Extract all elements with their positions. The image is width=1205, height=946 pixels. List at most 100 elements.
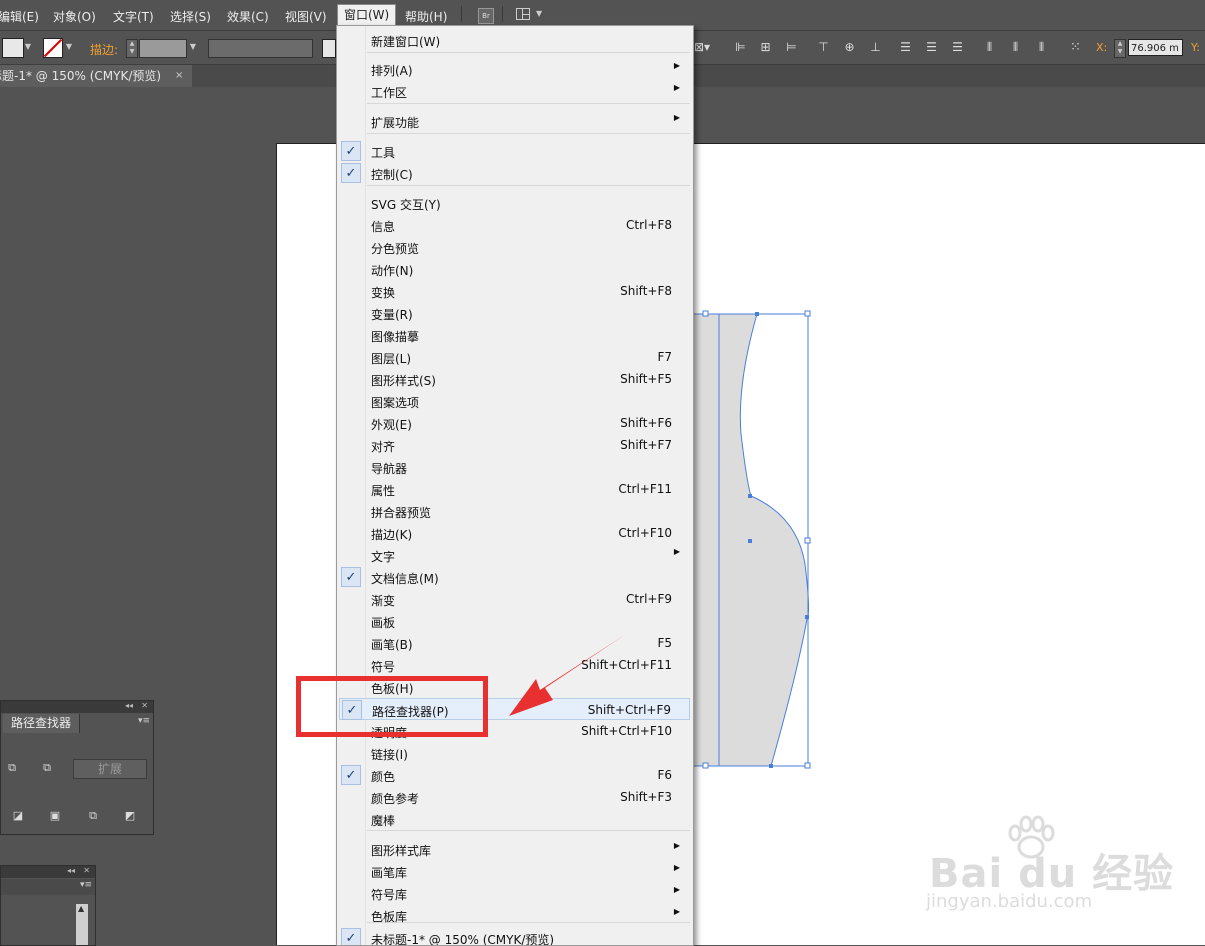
align-top-icon[interactable]: ⊤: [816, 40, 831, 55]
align-left-icon[interactable]: ⊫: [733, 40, 748, 55]
chevron-down-icon[interactable]: ▼: [64, 40, 74, 54]
variable-width-profile[interactable]: [208, 39, 313, 58]
distribute-vertical-center-icon[interactable]: ☰: [924, 40, 939, 55]
menu-item[interactable]: 拼合器预览: [339, 500, 690, 522]
transform-icon[interactable]: ⊠▾: [694, 40, 710, 54]
align-right-icon[interactable]: ⊨: [784, 40, 799, 55]
menu-item[interactable]: ✓ 未标题-1* @ 150% (CMYK/预览): [339, 927, 690, 945]
merge-icon[interactable]: ⧉: [85, 808, 101, 824]
menu-item[interactable]: 颜色参考 Shift+F3: [339, 786, 690, 808]
menu-item[interactable]: 图层(L) F7: [339, 346, 690, 368]
menu-item[interactable]: 文字 ▶: [339, 544, 690, 566]
expand-button[interactable]: 扩展: [73, 759, 147, 779]
panel-title-bar[interactable]: ◂◂ ✕: [1, 866, 95, 878]
arrange-documents-icon[interactable]: [516, 8, 530, 20]
menu-item[interactable]: 属性 Ctrl+F11: [339, 478, 690, 500]
handle[interactable]: [702, 762, 709, 769]
stroke-swatch[interactable]: [43, 38, 63, 58]
bridge-button[interactable]: Br: [478, 8, 494, 24]
menu-item[interactable]: 描边(K) Ctrl+F10: [339, 522, 690, 544]
menu-item[interactable]: 图形样式(S) Shift+F5: [339, 368, 690, 390]
menu-item[interactable]: ✓ 控制(C): [339, 162, 690, 184]
menu-item[interactable]: 外观(E) Shift+F6: [339, 412, 690, 434]
menu-item[interactable]: 图案选项: [339, 390, 690, 412]
menu-item[interactable]: SVG 交互(Y): [339, 192, 690, 214]
distribute-right-icon[interactable]: ⫴: [1034, 40, 1049, 55]
align-bottom-icon[interactable]: ⊥: [868, 40, 883, 55]
chevron-down-icon[interactable]: ▼: [188, 40, 198, 54]
collapse-icon[interactable]: ◂◂: [125, 701, 133, 710]
menu-item[interactable]: 画笔库 ▶: [339, 860, 690, 882]
menu-item[interactable]: 信息 Ctrl+F8: [339, 214, 690, 236]
intersect-icon[interactable]: ⧉: [4, 760, 20, 776]
panel-menu-icon[interactable]: ▾≡: [80, 880, 92, 890]
menu-item[interactable]: 色板库 ▶: [339, 904, 690, 926]
align-vertical-center-icon[interactable]: ⊕: [842, 40, 857, 55]
stroke-label[interactable]: 描边:: [90, 41, 118, 58]
menu-item[interactable]: 导航器: [339, 456, 690, 478]
menu-item[interactable]: 渐变 Ctrl+F9: [339, 588, 690, 610]
pathfinder-tab[interactable]: 路径查找器: [3, 714, 81, 733]
menu-item[interactable]: 对齐 Shift+F7: [339, 434, 690, 456]
panel-menu-icon[interactable]: ▾≡: [138, 716, 150, 726]
close-icon[interactable]: ✕: [83, 866, 90, 875]
menu-item[interactable]: 变量(R): [339, 302, 690, 324]
exclude-icon[interactable]: ⧉: [39, 760, 55, 776]
menu-item[interactable]: 工作区 ▶: [339, 80, 690, 102]
stroke-weight-field[interactable]: [139, 39, 187, 58]
stroke-weight-stepper[interactable]: ▲ ▼: [126, 39, 138, 58]
chevron-down-icon[interactable]: ▼: [536, 9, 542, 18]
vase-path[interactable]: [676, 313, 810, 767]
menu-item[interactable]: 动作(N): [339, 258, 690, 280]
close-icon[interactable]: ×: [175, 65, 183, 87]
handle[interactable]: [804, 537, 811, 544]
menu-item[interactable]: 符号 Shift+Ctrl+F11: [339, 654, 690, 676]
menu-item[interactable]: 符号库 ▶: [339, 882, 690, 904]
menu-item[interactable]: ✓ 文档信息(M): [339, 566, 690, 588]
menu-item[interactable]: 排列(A) ▶: [339, 58, 690, 80]
scrollbar[interactable]: ▲: [76, 904, 88, 945]
distribute-horizontal-center-icon[interactable]: ⫴: [1008, 40, 1023, 55]
menu-item[interactable]: ✓ 颜色 F6: [339, 764, 690, 786]
menu-item[interactable]: 链接(I): [339, 742, 690, 764]
x-position-field[interactable]: 76.906 m: [1128, 39, 1183, 56]
chevron-down-icon[interactable]: ▼: [23, 40, 33, 54]
x-stepper[interactable]: ▲ ▼: [1114, 39, 1126, 58]
menu-item[interactable]: 分色预览: [339, 236, 690, 258]
brush-definition-button[interactable]: [322, 39, 336, 58]
menu-view[interactable]: 视图(V): [285, 8, 327, 25]
handle[interactable]: [804, 310, 811, 317]
crop-icon[interactable]: ◩: [122, 808, 138, 824]
panel-title-bar[interactable]: ◂◂ ✕: [1, 701, 153, 713]
distribute-bottom-icon[interactable]: ☰: [950, 40, 965, 55]
document-tab[interactable]: 标题-1* @ 150% (CMYK/预览) ×: [0, 65, 192, 87]
distribute-left-icon[interactable]: ⫴: [982, 40, 997, 55]
align-horizontal-center-icon[interactable]: ⊞: [758, 40, 773, 55]
reference-point-icon[interactable]: ⁙: [1068, 40, 1083, 55]
scroll-up-icon[interactable]: ▲: [78, 904, 84, 913]
menu-select[interactable]: 选择(S): [170, 8, 211, 25]
menu-object[interactable]: 对象(O): [53, 8, 96, 25]
menu-item[interactable]: 扩展功能 ▶: [339, 110, 690, 132]
menu-item[interactable]: 新建窗口(W): [339, 29, 690, 51]
menu-item[interactable]: 魔棒: [339, 808, 690, 830]
menu-item[interactable]: 图形样式库 ▶: [339, 838, 690, 860]
trim-icon[interactable]: ▣: [47, 808, 63, 824]
menu-item[interactable]: ✓ 工具: [339, 140, 690, 162]
menu-item[interactable]: 变换 Shift+F8: [339, 280, 690, 302]
menu-effect[interactable]: 效果(C): [227, 8, 269, 25]
menu-item[interactable]: 画板: [339, 610, 690, 632]
menu-window[interactable]: 窗口(W): [337, 4, 397, 25]
handle[interactable]: [702, 310, 709, 317]
close-icon[interactable]: ✕: [141, 701, 148, 710]
fill-swatch[interactable]: [2, 38, 24, 58]
collapse-icon[interactable]: ◂◂: [67, 866, 75, 875]
handle[interactable]: [804, 762, 811, 769]
distribute-top-icon[interactable]: ☰: [898, 40, 913, 55]
menu-item[interactable]: 图像描摹: [339, 324, 690, 346]
menu-edit[interactable]: 编辑(E): [0, 8, 39, 25]
menu-item[interactable]: 画笔(B) F5: [339, 632, 690, 654]
menu-type[interactable]: 文字(T): [113, 8, 154, 25]
menu-help[interactable]: 帮助(H): [405, 8, 447, 25]
divide-icon[interactable]: ◪: [10, 808, 26, 824]
